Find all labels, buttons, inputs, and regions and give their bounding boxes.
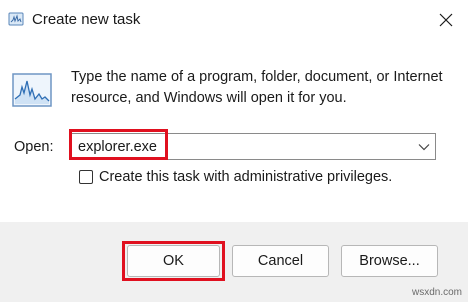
run-dialog-icon [12, 73, 52, 107]
instruction-text: Type the name of a program, folder, docu… [71, 69, 443, 106]
browse-button[interactable]: Browse... [341, 245, 438, 277]
button-bar: OK Cancel Browse... wsxdn.com [0, 222, 468, 302]
cancel-button[interactable]: Cancel [232, 245, 329, 277]
title-bar: Create new task [0, 0, 468, 40]
open-input[interactable] [78, 136, 398, 158]
close-button[interactable] [432, 6, 460, 34]
chevron-down-icon [418, 143, 430, 150]
close-icon [439, 13, 453, 27]
admin-checkbox-label: Create this task with administrative pri… [99, 169, 393, 185]
ok-button[interactable]: OK [127, 245, 220, 277]
dialog-title: Create new task [32, 11, 141, 28]
admin-checkbox-row[interactable]: Create this task with administrative pri… [79, 167, 392, 187]
admin-checkbox[interactable] [79, 170, 93, 184]
open-combobox[interactable] [70, 133, 436, 160]
open-label: Open: [14, 139, 54, 155]
watermark: wsxdn.com [412, 287, 463, 298]
dialog-body: Type the name of a program, folder, docu… [0, 40, 468, 222]
dropdown-button[interactable] [413, 134, 435, 159]
run-app-icon [8, 12, 24, 26]
